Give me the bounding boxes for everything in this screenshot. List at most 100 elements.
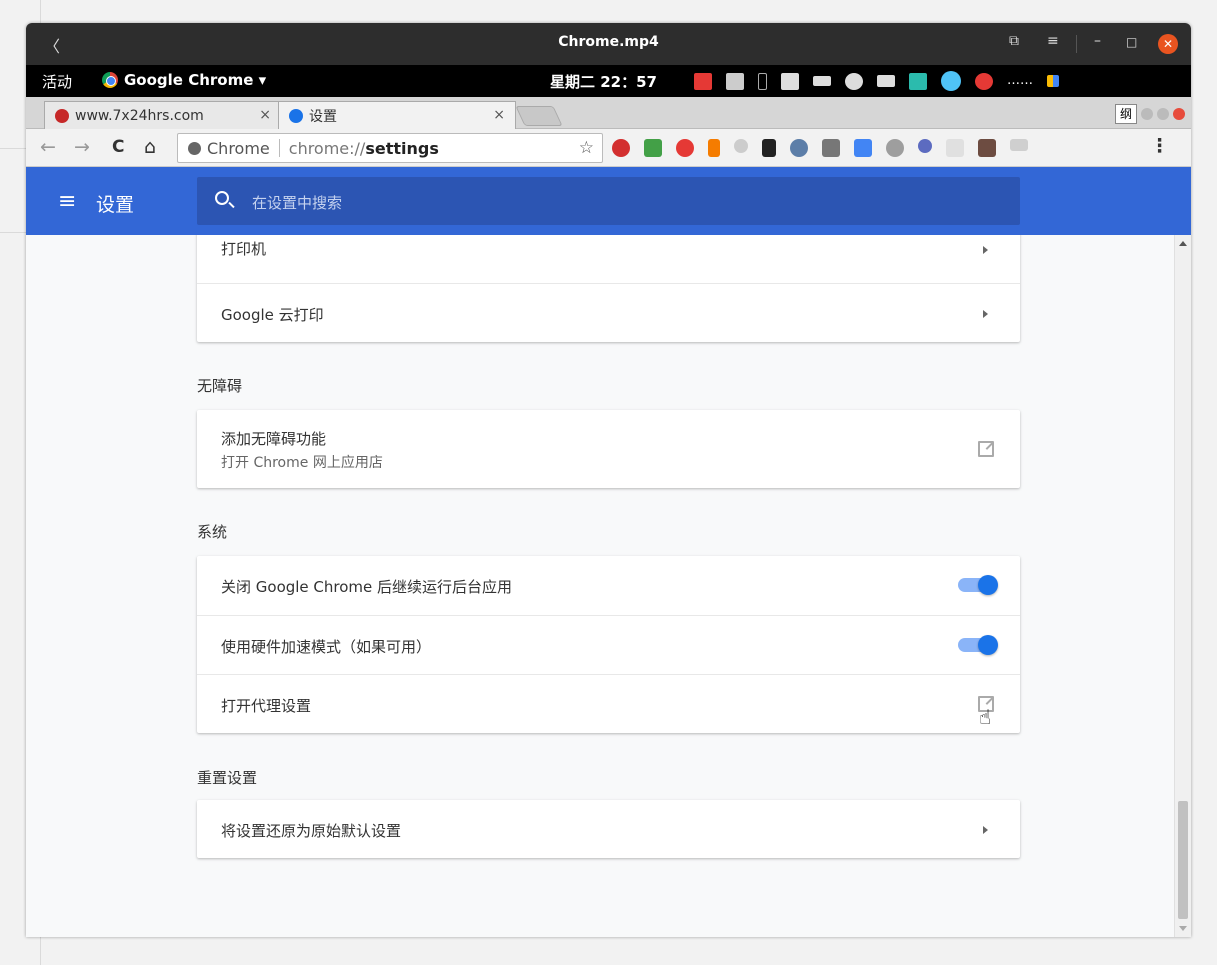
coffee-icon[interactable] <box>845 72 863 90</box>
search-placeholder: 在设置中搜索 <box>252 194 343 212</box>
cast-icon[interactable] <box>1010 139 1028 151</box>
separator <box>278 139 280 157</box>
extension-icon[interactable] <box>918 139 932 153</box>
scrollbar-thumb[interactable] <box>1178 801 1188 919</box>
reset-settings-row[interactable]: 将设置还原为原始默认设置 <box>197 800 1020 858</box>
clock[interactable]: 星期二 22：57 <box>550 71 657 92</box>
settings-content: 打印机 Google 云打印 无障碍 添加无障碍功能 打开 Chrome 网上应… <box>26 235 1174 937</box>
extension-icon[interactable] <box>790 139 808 157</box>
extension-icon[interactable] <box>676 139 694 157</box>
page-title: 设置 <box>96 194 135 216</box>
tab-settings[interactable]: 设置 × <box>278 101 516 129</box>
close-icon[interactable] <box>1173 108 1185 120</box>
hamburger-menu-icon[interactable]: ≡ <box>58 189 76 214</box>
bookmark-star-icon[interactable]: ☆ <box>579 138 594 158</box>
minimize-icon[interactable] <box>1141 108 1153 120</box>
extension-icon[interactable] <box>822 139 840 157</box>
extension-icon[interactable] <box>762 139 776 157</box>
maximize-icon[interactable] <box>1157 108 1169 120</box>
scroll-down-icon[interactable] <box>1179 926 1187 931</box>
extension-icon[interactable] <box>946 139 964 157</box>
url-scheme: chrome:// <box>288 138 366 158</box>
close-icon[interactable]: ✕ <box>1158 34 1178 54</box>
new-tab-button[interactable] <box>515 106 563 126</box>
app-menu-label: Google Chrome ▾ <box>124 71 267 89</box>
background-apps-row[interactable]: 关闭 Google Chrome 后继续运行后台应用 <box>197 556 1020 615</box>
extension-icon[interactable] <box>708 139 720 157</box>
phone-icon[interactable] <box>758 72 767 90</box>
menu-icon[interactable]: ≡ <box>1047 33 1059 49</box>
proxy-settings-row[interactable]: 打开代理设置 <box>197 674 1020 733</box>
extension-icon[interactable] <box>978 139 996 157</box>
history-icon[interactable] <box>734 139 748 153</box>
background-apps-toggle[interactable] <box>958 575 998 595</box>
section-heading-accessibility: 无障碍 <box>197 377 243 395</box>
ime-indicator[interactable]: 纲 <box>1115 104 1137 124</box>
chrome-window-controls: 纲 <box>1115 104 1185 124</box>
minimize-icon[interactable]: – <box>1094 33 1101 49</box>
reload-icon[interactable]: C <box>112 137 124 157</box>
page-divider <box>0 148 27 149</box>
dropbox-icon[interactable] <box>781 72 799 90</box>
settings-header: ≡ 设置 在设置中搜索 <box>26 167 1191 235</box>
google-cloud-print-row[interactable]: Google 云打印 <box>197 283 1020 342</box>
row-label: 关闭 Google Chrome 后继续运行后台应用 <box>221 578 513 596</box>
hardware-acceleration-toggle[interactable] <box>958 635 998 655</box>
settings-search-input[interactable]: 在设置中搜索 <box>197 177 1020 225</box>
row-label: 打开代理设置 <box>221 697 312 715</box>
maximize-icon[interactable]: □ <box>1126 35 1137 49</box>
app-menu[interactable]: Google Chrome ▾ <box>102 71 266 89</box>
reset-card: 将设置还原为原始默认设置 <box>197 800 1020 858</box>
more-menu-icon[interactable]: ⋮ <box>1150 135 1169 157</box>
extension-icon[interactable] <box>886 139 904 157</box>
keyboard-icon[interactable] <box>813 76 831 86</box>
player-titlebar: 〈 Chrome.mp4 ⧉ ≡ – □ ✕ <box>26 23 1191 65</box>
mail-icon[interactable] <box>975 72 993 90</box>
toggle-knob <box>978 635 998 655</box>
chevron-right-icon <box>983 246 988 254</box>
tab-title: 设置 <box>309 108 337 125</box>
site-info-icon[interactable] <box>188 141 201 155</box>
translate-icon[interactable] <box>854 139 872 157</box>
external-link-icon <box>978 441 994 457</box>
row-label: Google 云打印 <box>221 306 324 324</box>
cloud-icon[interactable] <box>941 71 961 91</box>
tab-close-icon[interactable]: × <box>493 107 505 123</box>
grid-icon[interactable] <box>1047 75 1059 87</box>
hardware-acceleration-row[interactable]: 使用硬件加速模式（如果可用） <box>197 615 1020 674</box>
site-favicon-icon <box>55 108 69 123</box>
vertical-scrollbar[interactable] <box>1174 235 1191 937</box>
scroll-up-icon[interactable] <box>1179 241 1187 246</box>
row-label: 打印机 <box>221 240 267 258</box>
add-accessibility-row[interactable]: 添加无障碍功能 打开 Chrome 网上应用店 <box>197 410 1020 488</box>
chevron-right-icon <box>983 826 988 834</box>
restore-icon[interactable]: ⧉ <box>1009 33 1019 49</box>
row-label: 将设置还原为原始默认设置 <box>221 822 402 840</box>
app-tray-icon[interactable] <box>909 72 927 90</box>
extension-icon[interactable] <box>644 139 662 157</box>
site-label: Chrome <box>207 138 270 158</box>
tray-more[interactable]: …… <box>1007 73 1033 90</box>
gear-icon <box>289 108 303 123</box>
printers-row[interactable]: 打印机 <box>197 235 1020 283</box>
adblock-plus-icon[interactable] <box>612 139 630 157</box>
home-icon[interactable]: ⌂ <box>144 136 156 158</box>
system-card: 关闭 Google Chrome 后继续运行后台应用 使用硬件加速模式（如果可用… <box>197 556 1020 733</box>
section-heading-reset: 重置设置 <box>197 769 258 787</box>
hand-cursor-icon: ☝ <box>979 705 992 729</box>
video-camera-icon[interactable] <box>726 72 744 90</box>
ubuntu-topbar: 活动 Google Chrome ▾ 星期二 22：57 …… <box>26 65 1191 97</box>
section-heading-system: 系统 <box>197 523 228 541</box>
screen-recorder-icon[interactable] <box>694 72 712 90</box>
forward-arrow-icon[interactable]: → <box>74 136 90 158</box>
back-arrow-icon[interactable]: ← <box>40 136 56 158</box>
tab-close-icon[interactable]: × <box>259 107 271 123</box>
activities-button[interactable]: 活动 <box>42 71 72 92</box>
printing-card: 打印机 Google 云打印 <box>197 235 1020 342</box>
tab-7x24hrs[interactable]: www.7x24hrs.com × <box>44 101 282 129</box>
accessibility-card: 添加无障碍功能 打开 Chrome 网上应用店 <box>197 410 1020 488</box>
extensions-area <box>612 139 1028 157</box>
address-bar[interactable]: Chrome chrome://settings ☆ <box>177 133 603 163</box>
chevron-right-icon <box>983 310 988 318</box>
drive-icon[interactable] <box>877 75 895 87</box>
